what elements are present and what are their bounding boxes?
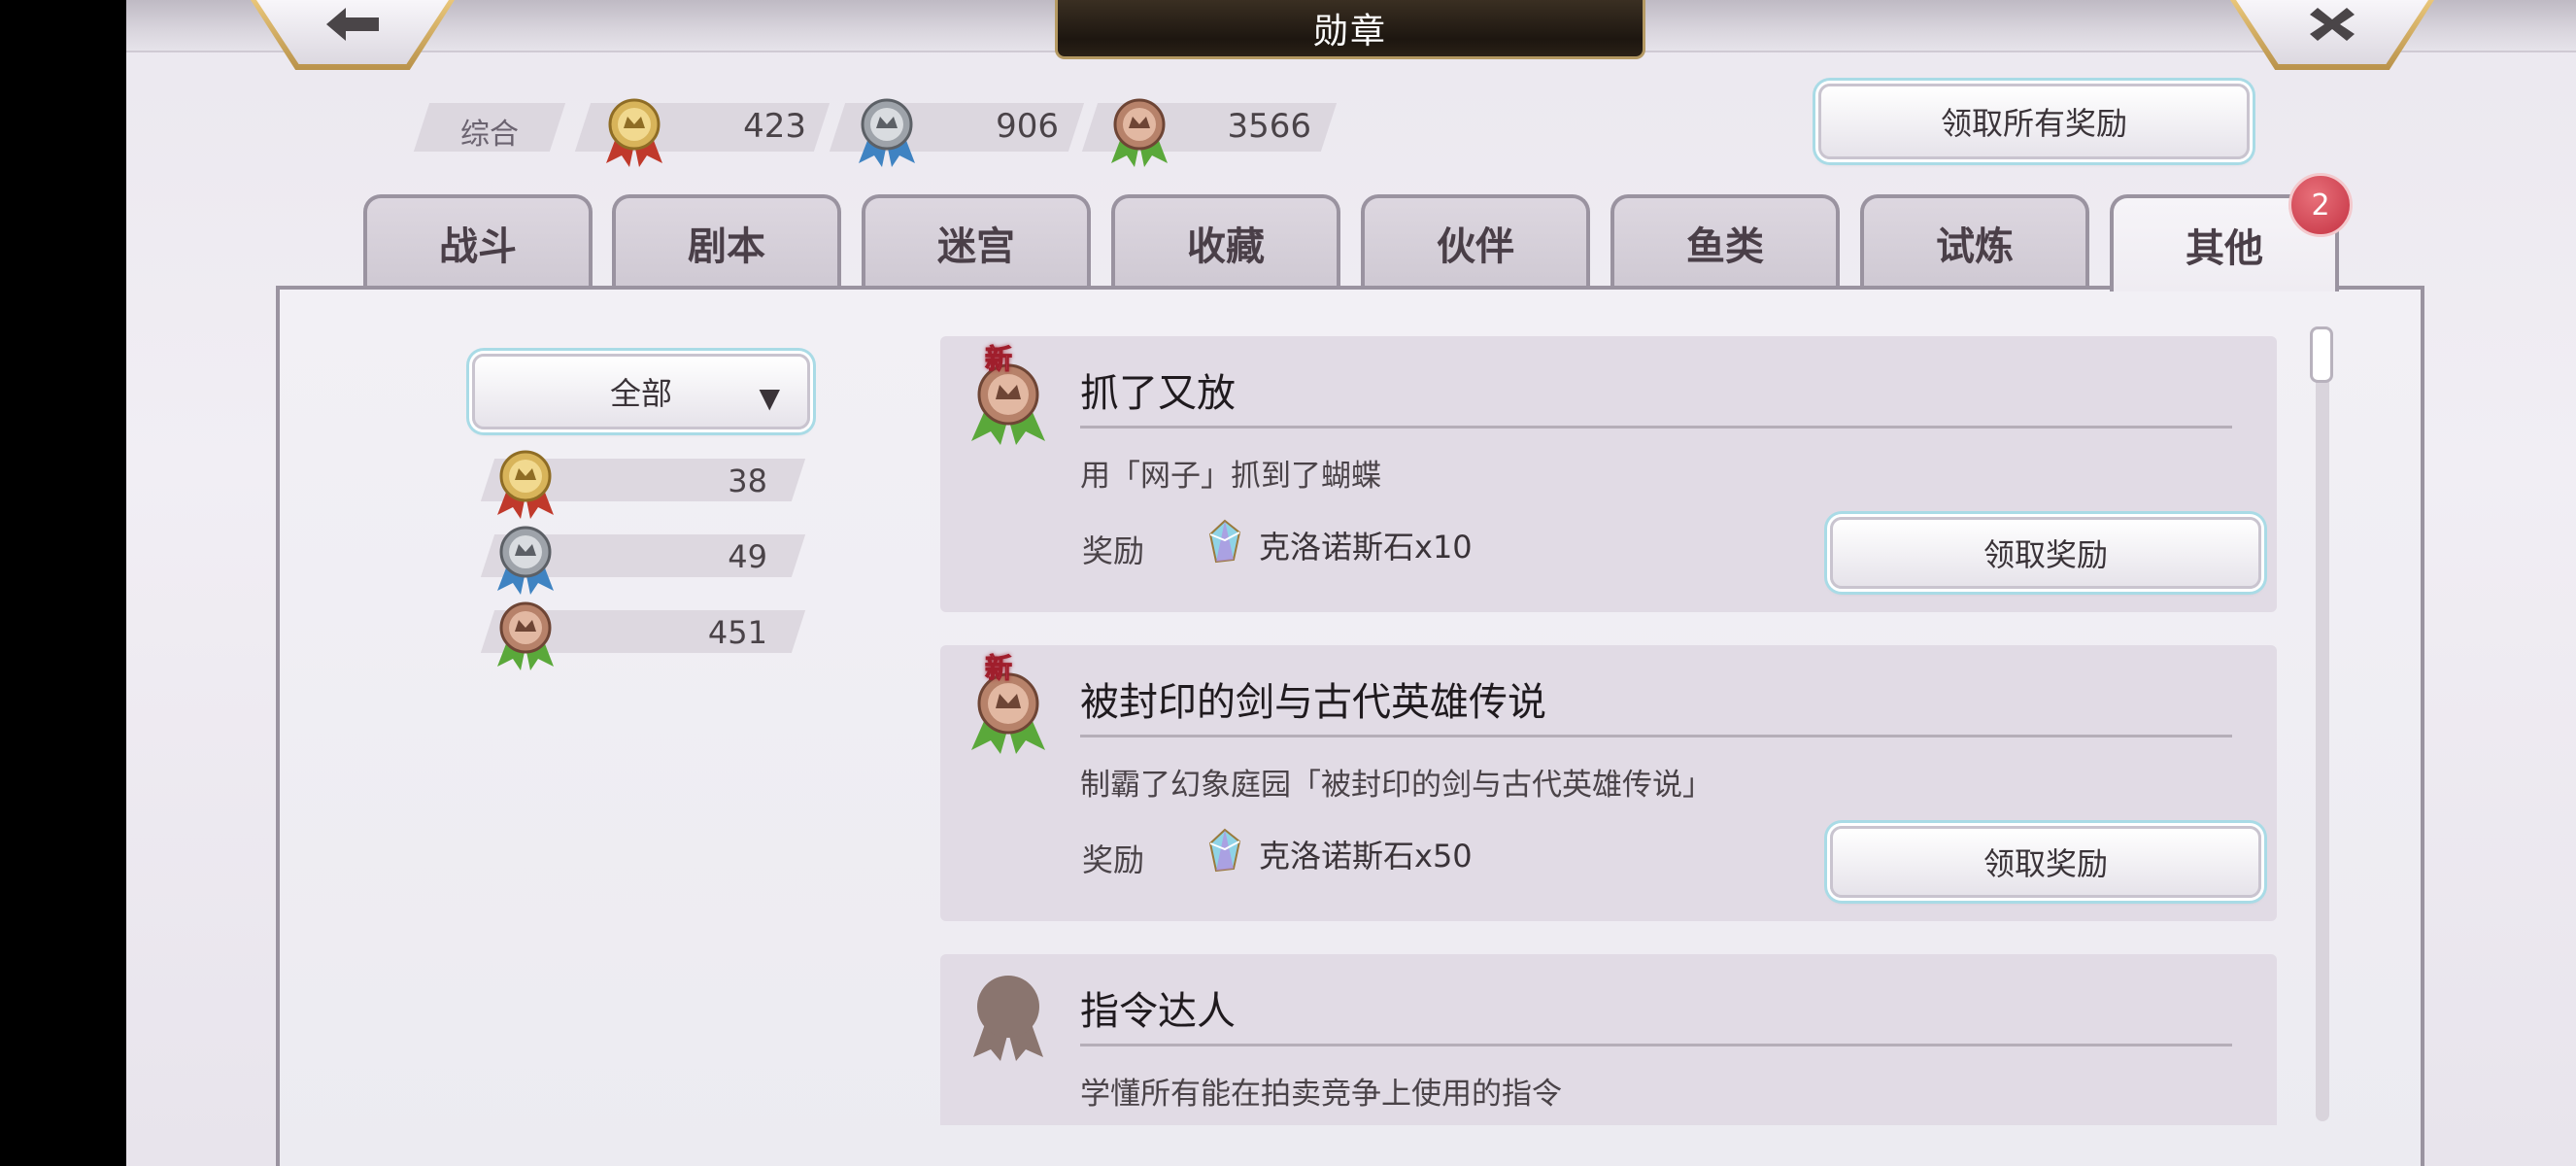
scrollbar-track[interactable] <box>2316 326 2329 1121</box>
silver-medal-icon <box>497 526 554 595</box>
claim-all-button[interactable]: 领取所有奖励 <box>1818 84 2250 159</box>
divider <box>1080 426 2232 429</box>
tab-label: 收藏 <box>1187 223 1265 269</box>
achievement-card: 新 抓了又放 用「网子」抓到了蝴蝶 奖励 克洛诺斯石x10 领取奖励 <box>940 336 2277 612</box>
tab-label: 迷宫 <box>937 223 1015 269</box>
achievement-description: 用「网子」抓到了蝴蝶 <box>1080 459 1381 494</box>
silver-count: 49 <box>728 538 767 575</box>
locked-medal-icon <box>973 976 1043 1061</box>
gold-medal-icon <box>606 98 662 167</box>
claim-reward-button[interactable]: 领取奖励 <box>1830 826 2261 898</box>
close-icon <box>2310 8 2355 41</box>
filter-selected: 全部 <box>609 375 672 412</box>
summary-label: 综合 <box>460 118 519 152</box>
tab-label: 战斗 <box>439 223 517 269</box>
tab-labyrinth[interactable]: 迷宫 <box>862 194 1091 288</box>
scrollbar-thumb[interactable] <box>2310 326 2333 383</box>
achievement-description: 学懂所有能在拍卖竞争上使用的指令 <box>1080 1077 1562 1112</box>
crystal-icon <box>1208 828 1241 873</box>
page-title: 勋章 <box>1055 0 1645 59</box>
achievement-title: 抓了又放 <box>1080 371 1236 416</box>
close-button[interactable] <box>2230 0 2434 70</box>
achievement-title: 指令达人 <box>1080 989 1236 1034</box>
new-tag: 新 <box>984 343 1013 376</box>
claim-reward-button[interactable]: 领取奖励 <box>1830 517 2261 589</box>
reward-text: 克洛诺斯石x10 <box>1259 529 1473 566</box>
claim-all-label: 领取所有奖励 <box>1940 105 2127 142</box>
back-button[interactable] <box>251 0 455 70</box>
divider <box>1080 1044 2232 1046</box>
tab-label: 剧本 <box>688 223 765 269</box>
reward-label: 奖励 <box>1082 532 1145 569</box>
achievement-title: 被封印的剑与古代英雄传说 <box>1080 680 1546 725</box>
tab-label: 伙伴 <box>1437 223 1514 269</box>
tab-label: 鱼类 <box>1686 223 1764 269</box>
tab-label: 试炼 <box>1936 223 2014 269</box>
reward-text: 克洛诺斯石x50 <box>1259 838 1473 874</box>
gold-total: 423 <box>743 107 806 146</box>
achievement-card: 新 被封印的剑与古代英雄传说 制霸了幻象庭园「被封印的剑与古代英雄传说」 奖励 … <box>940 645 2277 921</box>
gold-medal-icon <box>497 450 554 519</box>
notification-badge: 2 <box>2288 173 2353 237</box>
bronze-total: 3566 <box>1227 107 1311 146</box>
reward-label: 奖励 <box>1082 841 1145 878</box>
silver-total: 906 <box>996 107 1059 146</box>
claim-reward-label: 领取奖励 <box>1983 536 2108 573</box>
tab-fish[interactable]: 鱼类 <box>1610 194 1840 288</box>
filter-dropdown[interactable]: 全部 ▼ <box>472 354 810 429</box>
tab-collection[interactable]: 收藏 <box>1111 194 1340 288</box>
tab-story[interactable]: 剧本 <box>612 194 841 288</box>
tab-trial[interactable]: 试炼 <box>1860 194 2089 288</box>
achievement-card: 指令达人 学懂所有能在拍卖竞争上使用的指令 <box>940 954 2277 1125</box>
bronze-medal-icon <box>1111 98 1168 167</box>
tab-label: 其他 <box>2186 225 2263 271</box>
bronze-count: 451 <box>707 614 767 651</box>
new-tag: 新 <box>984 652 1013 685</box>
achievement-description: 制霸了幻象庭园「被封印的剑与古代英雄传说」 <box>1080 768 1712 803</box>
divider <box>1080 735 2232 737</box>
chevron-down-icon: ▼ <box>759 382 780 414</box>
claim-reward-label: 领取奖励 <box>1983 845 2108 882</box>
page-title-text: 勋章 <box>1312 12 1387 51</box>
tab-companion[interactable]: 伙伴 <box>1361 194 1590 288</box>
gold-count: 38 <box>728 463 767 499</box>
silver-medal-icon <box>859 98 915 167</box>
back-arrow-icon <box>326 8 379 41</box>
bronze-medal-icon <box>497 601 554 670</box>
medal-screen: 勋章 综合 423 906 3566 领取所有奖励 战斗 剧本 迷宫 收藏 伙伴… <box>126 0 2576 1166</box>
crystal-icon <box>1208 519 1241 564</box>
tab-battle[interactable]: 战斗 <box>363 194 593 288</box>
